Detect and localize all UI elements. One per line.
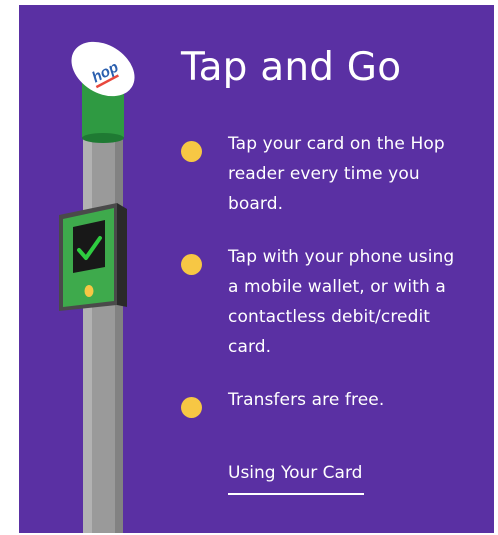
step-text: Transfers are free. <box>228 390 385 410</box>
list-item: Tap your card on the Hop reader every ti… <box>181 129 481 219</box>
card-reader-illustration: hop <box>59 41 135 533</box>
reader-screen <box>73 220 105 273</box>
step-text: Tap with your phone using a mobile walle… <box>228 247 455 357</box>
card-reader <box>59 203 127 311</box>
bullet-icon <box>181 141 202 162</box>
step-text: Tap your card on the Hop reader every ti… <box>228 134 445 214</box>
tap-and-go-panel: hop Tap and Go Tap your card on the Hop … <box>19 5 494 533</box>
list-item: Tap with your phone using a mobile walle… <box>181 242 481 362</box>
using-your-card-link[interactable]: Using Your Card <box>228 458 365 495</box>
list-item: Transfers are free. <box>181 385 481 418</box>
bullet-icon <box>181 397 202 418</box>
panel-title: Tap and Go <box>181 45 402 90</box>
steps-list: Tap your card on the Hop reader every ti… <box>181 129 481 438</box>
reader-light <box>84 285 94 297</box>
bullet-icon <box>181 254 202 275</box>
